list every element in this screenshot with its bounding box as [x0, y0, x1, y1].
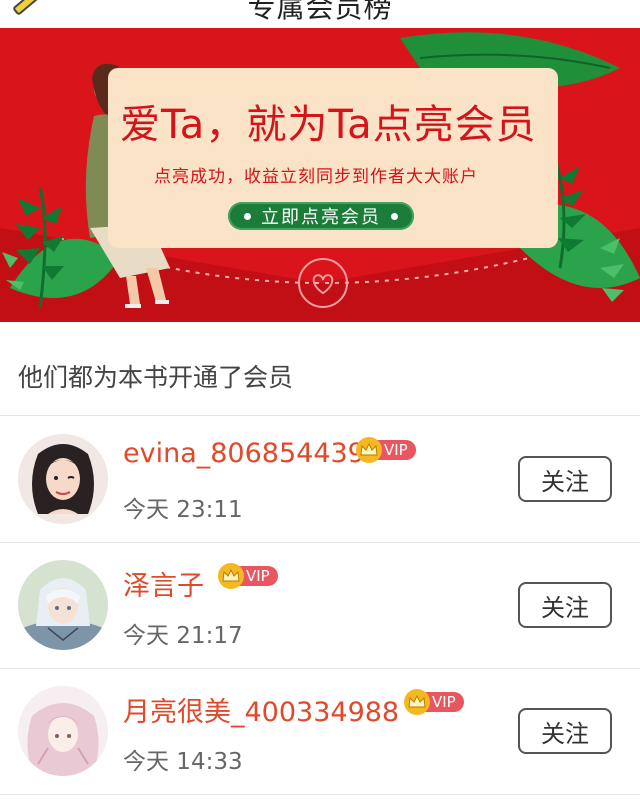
vip-badge: VIP: [218, 563, 278, 589]
member-row[interactable]: evina_806854439 VIP 今天 23:11 关注: [0, 416, 640, 542]
member-time: 今天 21:17: [123, 623, 243, 649]
avatar[interactable]: [18, 560, 108, 650]
top-bar: 专属会员榜: [0, 0, 640, 28]
crown-icon: [404, 689, 430, 715]
banner-subline: 点亮成功，收益立刻同步到作者大大账户: [154, 167, 478, 187]
member-time: 今天 23:11: [123, 497, 243, 523]
avatar[interactable]: [18, 434, 108, 524]
cta-dot-right: [391, 212, 398, 220]
follow-button[interactable]: 关注: [518, 456, 612, 502]
member-name[interactable]: 月亮很美_400334988: [123, 690, 399, 729]
member-time: 今天 14:33: [123, 749, 243, 775]
member-row[interactable]: 泽言子 VIP 今天 21:17 关注: [0, 542, 640, 668]
cta-dot-left: [244, 212, 251, 220]
member-name[interactable]: evina_806854439: [123, 438, 365, 469]
section-title: 他们都为本书开通了会员: [18, 363, 294, 392]
member-promo-banner[interactable]: 爱Ta，就为Ta点亮会员 点亮成功，收益立刻同步到作者大大账户 立即点亮会员: [0, 28, 640, 322]
crown-icon: [218, 563, 244, 589]
banner-headline: 爱Ta，就为Ta点亮会员: [120, 102, 537, 148]
vip-badge: VIP: [404, 689, 464, 715]
follow-button[interactable]: 关注: [518, 582, 612, 628]
light-up-member-button[interactable]: 立即点亮会员: [228, 202, 414, 230]
divider: [0, 794, 640, 795]
vip-badge: VIP: [356, 437, 416, 463]
follow-button[interactable]: 关注: [518, 708, 612, 754]
heart-seal-icon: [298, 258, 348, 308]
page-title: 专属会员榜: [247, 0, 393, 24]
crown-icon: [356, 437, 382, 463]
member-row[interactable]: 月亮很美_400334988 VIP 今天 14:33 关注: [0, 668, 640, 794]
member-name[interactable]: 泽言子: [123, 564, 204, 603]
cta-label: 立即点亮会员: [261, 207, 381, 228]
avatar[interactable]: [18, 686, 108, 776]
